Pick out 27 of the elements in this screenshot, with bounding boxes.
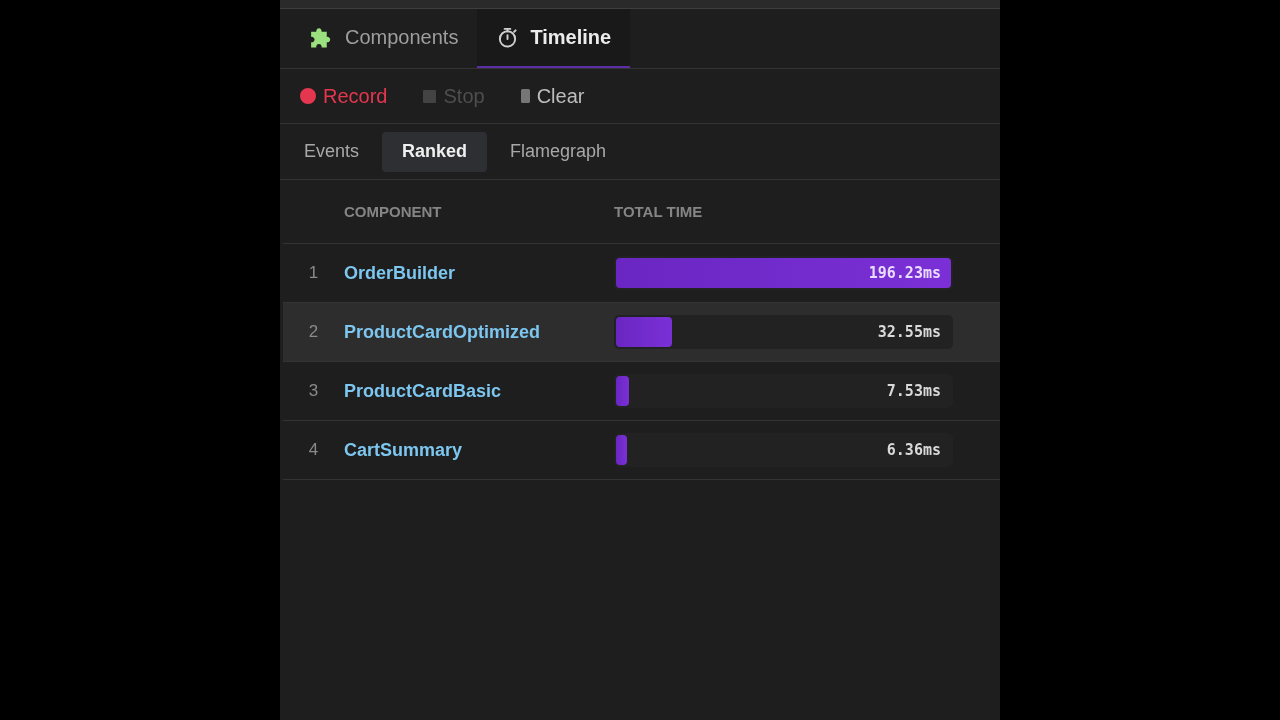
time-value: 7.53ms — [886, 382, 942, 400]
panel-tab[interactable]: Components — [288, 9, 478, 68]
rank-number: 2 — [307, 322, 320, 342]
view-tab[interactable]: Ranked — [382, 131, 488, 172]
puzzle-piece-icon — [308, 25, 333, 50]
time-value: 32.55ms — [877, 323, 942, 341]
rank-number: 4 — [307, 440, 320, 460]
panel-tab[interactable]: Timeline — [477, 9, 631, 68]
view-tab[interactable]: Flamegraph — [490, 131, 627, 172]
time-value: 196.23ms — [868, 264, 942, 282]
toolbar-button[interactable]: Record — [300, 84, 388, 108]
rectangle-icon — [520, 89, 530, 103]
component-name: ProductCardOptimized — [344, 321, 540, 342]
column-header: TOTAL TIME — [614, 203, 704, 220]
component-name: CartSummary — [344, 439, 463, 460]
rank-number: 1 — [307, 263, 320, 283]
component-name: ProductCardBasic — [344, 380, 502, 401]
component-name: OrderBuilder — [344, 262, 456, 283]
table-row[interactable]: 2 ProductCardOptimized 32.55ms — [283, 303, 1000, 362]
stop-square-icon — [423, 89, 437, 103]
view-tab[interactable]: Events — [284, 131, 380, 172]
column-header: COMPONENT — [344, 203, 443, 220]
time-value: 6.36ms — [886, 441, 942, 459]
toolbar-button[interactable]: Clear — [520, 84, 585, 108]
record-dot-icon — [300, 88, 316, 104]
rank-number: 3 — [307, 381, 320, 401]
stopwatch-icon — [497, 27, 519, 48]
